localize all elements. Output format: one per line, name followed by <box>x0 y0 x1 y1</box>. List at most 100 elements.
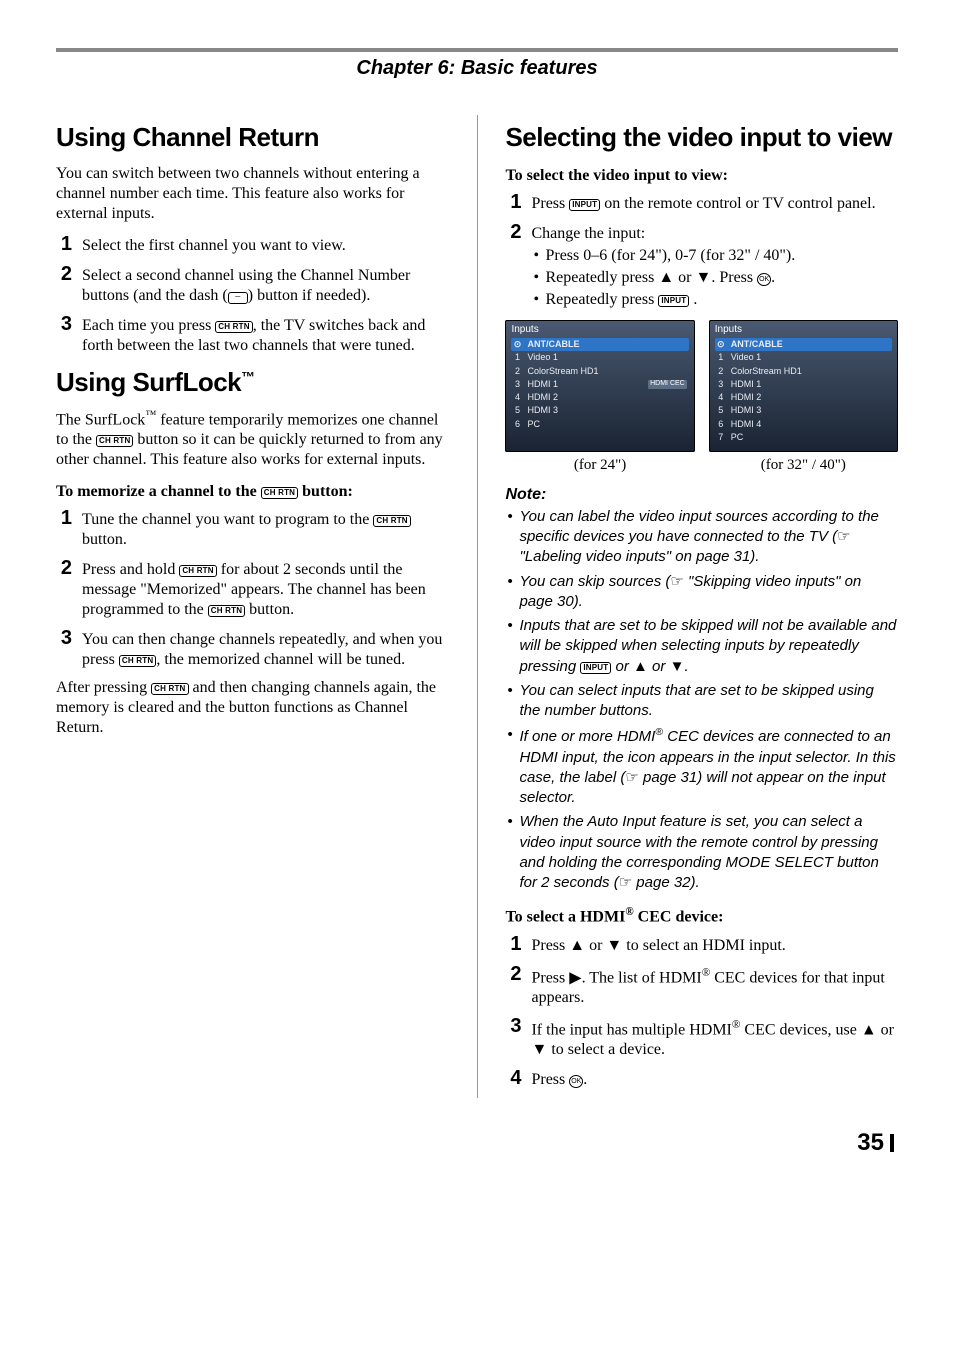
steps-select-input: 1 Press INPUT on the remote control or T… <box>505 192 898 312</box>
input-row: 6 PC <box>511 418 688 431</box>
input-index: 6 <box>717 419 725 430</box>
text-fragment: or <box>648 658 670 675</box>
left-column: Using Channel Return You can switch betw… <box>56 111 449 1098</box>
steps-select-cec: 1 Press ▲ or ▼ to select an HDMI input. … <box>505 934 898 1091</box>
input-index: 6 <box>513 419 521 430</box>
step-text: Press INPUT on the remote control or TV … <box>531 192 898 214</box>
input-row: 2ColorStream HD1 <box>511 365 688 378</box>
note-item: You can skip sources (☞ "Skipping video … <box>505 572 898 613</box>
bullet-item: Press 0–6 (for 24"), 0-7 (for 32" / 40")… <box>531 246 898 266</box>
up-arrow-icon: ▲ <box>861 1021 877 1038</box>
input-label: PC <box>527 419 540 430</box>
heading-selecting-input: Selecting the video input to view <box>505 121 898 154</box>
text-fragment: page 32). <box>632 874 700 891</box>
step-text: Each time you press CH RTN, the TV switc… <box>82 314 449 356</box>
step-text: Press and hold CH RTN for about 2 second… <box>82 558 449 620</box>
step-text: Press ▲ or ▼ to select an HDMI input. <box>531 934 898 956</box>
note-heading: Note: <box>505 485 898 505</box>
step-text: Press OK. <box>531 1068 898 1090</box>
chapter-header: Chapter 6: Basic features <box>56 56 898 87</box>
input-row: 3HDMI 1HDMI CEC <box>511 378 688 391</box>
step-number: 3 <box>56 628 72 648</box>
input-button-icon: INPUT <box>658 295 689 307</box>
text-fragment: Inputs that are set to be skipped will n… <box>519 617 896 675</box>
down-arrow-icon: ▼ <box>696 269 712 286</box>
dash-button-icon: – <box>228 292 248 304</box>
text-fragment: Each time you press <box>82 317 215 334</box>
down-arrow-icon: ▼ <box>531 1041 547 1058</box>
input-index: 1 <box>717 352 725 363</box>
text-fragment: or <box>585 937 606 954</box>
screen-title: Inputs <box>511 324 688 337</box>
text-fragment: ) button if needed). <box>248 287 371 304</box>
sub-bullets: Press 0–6 (for 24"), 0-7 (for 32" / 40")… <box>531 246 898 310</box>
input-label: ColorStream HD1 <box>527 366 598 377</box>
text-fragment: You can label the video input sources ac… <box>519 508 878 545</box>
text-fragment: , the memorized channel will be tuned. <box>156 651 405 668</box>
trademark-symbol: ™ <box>145 409 156 421</box>
input-index: 2 <box>717 366 725 377</box>
step-text: You can then change channels repeatedly,… <box>82 628 449 670</box>
text-fragment: If the input has multiple HDMI <box>531 1021 731 1038</box>
input-row: 2 ColorStream HD1 <box>715 365 892 378</box>
step-text: Press ▶. The list of HDMI® CEC devices f… <box>531 964 898 1008</box>
step-number: 2 <box>56 558 72 578</box>
input-menu-24: Inputs⊙ANT/CABLE1Video 12ColorStream HD1… <box>505 320 694 453</box>
step-text: Change the input: Press 0–6 (for 24"), 0… <box>531 222 898 312</box>
step-text: If the input has multiple HDMI® CEC devi… <box>531 1016 898 1060</box>
text-fragment: button. <box>82 531 127 548</box>
text-fragment: The SurfLock <box>56 411 145 428</box>
input-row: 1 Video 1 <box>715 351 892 364</box>
text-fragment: Using SurfLock <box>56 367 241 397</box>
step-number: 1 <box>56 234 72 254</box>
text-fragment: . <box>689 291 697 308</box>
text-fragment: CEC devices, use <box>740 1021 860 1038</box>
text-fragment: Press and hold <box>82 561 179 578</box>
text-fragment: "Labeling video inputs" on page 31). <box>519 548 759 565</box>
notes-list: You can label the video input sources ac… <box>505 507 898 894</box>
input-label: Video 1 <box>731 352 761 363</box>
text-fragment: Repeatedly press <box>545 291 658 308</box>
screen-title: Inputs <box>715 324 892 337</box>
input-index: 4 <box>513 392 521 403</box>
text-fragment: Repeatedly press <box>545 269 658 286</box>
column-divider <box>477 115 478 1098</box>
right-arrow-icon: ▶ <box>569 969 581 986</box>
steps-surflock: 1 Tune the channel you want to program t… <box>56 508 449 670</box>
note-item: Inputs that are set to be skipped will n… <box>505 616 898 677</box>
step-text: Tune the channel you want to program to … <box>82 508 449 550</box>
text-fragment: or <box>877 1021 894 1038</box>
input-index: 5 <box>513 405 521 416</box>
input-index: 4 <box>717 392 725 403</box>
registered-symbol: ® <box>702 967 711 979</box>
bullet-item: Repeatedly press ▲ or ▼. Press OK. <box>531 268 898 288</box>
text-fragment: To memorize a channel to the <box>56 483 261 500</box>
chrtn-button-icon: CH RTN <box>151 683 188 695</box>
text-fragment: . <box>684 658 688 675</box>
input-index: 1 <box>513 352 521 363</box>
pointer-icon: ☞ <box>625 769 638 786</box>
paragraph: The SurfLock™ feature temporarily memori… <box>56 408 449 470</box>
input-label: HDMI 3 <box>527 405 558 416</box>
input-row: 4HDMI 2 <box>715 391 892 404</box>
text-fragment: . <box>583 1071 587 1088</box>
text-fragment: button. <box>245 601 294 618</box>
text-fragment: on the remote control or TV control pane… <box>600 195 875 212</box>
text-fragment: Press <box>531 1071 569 1088</box>
text-fragment: to select an HDMI input. <box>622 937 786 954</box>
paragraph: You can switch between two channels with… <box>56 164 449 224</box>
text-fragment: button: <box>298 483 353 500</box>
input-index: 5 <box>717 405 725 416</box>
heading-channel-return: Using Channel Return <box>56 121 449 154</box>
input-label: ColorStream HD1 <box>731 366 802 377</box>
step-number: 1 <box>56 508 72 528</box>
text-fragment: . The list of HDMI <box>582 969 702 986</box>
input-row: 4HDMI 2 <box>511 391 688 404</box>
input-row: ⊙ANT/CABLE <box>511 338 688 351</box>
up-arrow-icon: ▲ <box>633 658 648 675</box>
chrtn-button-icon: CH RTN <box>119 655 156 667</box>
input-index: 3 <box>513 379 521 390</box>
input-button-icon: INPUT <box>580 662 611 674</box>
text-fragment: CEC device: <box>634 909 724 926</box>
text-fragment: to select a device. <box>547 1041 665 1058</box>
